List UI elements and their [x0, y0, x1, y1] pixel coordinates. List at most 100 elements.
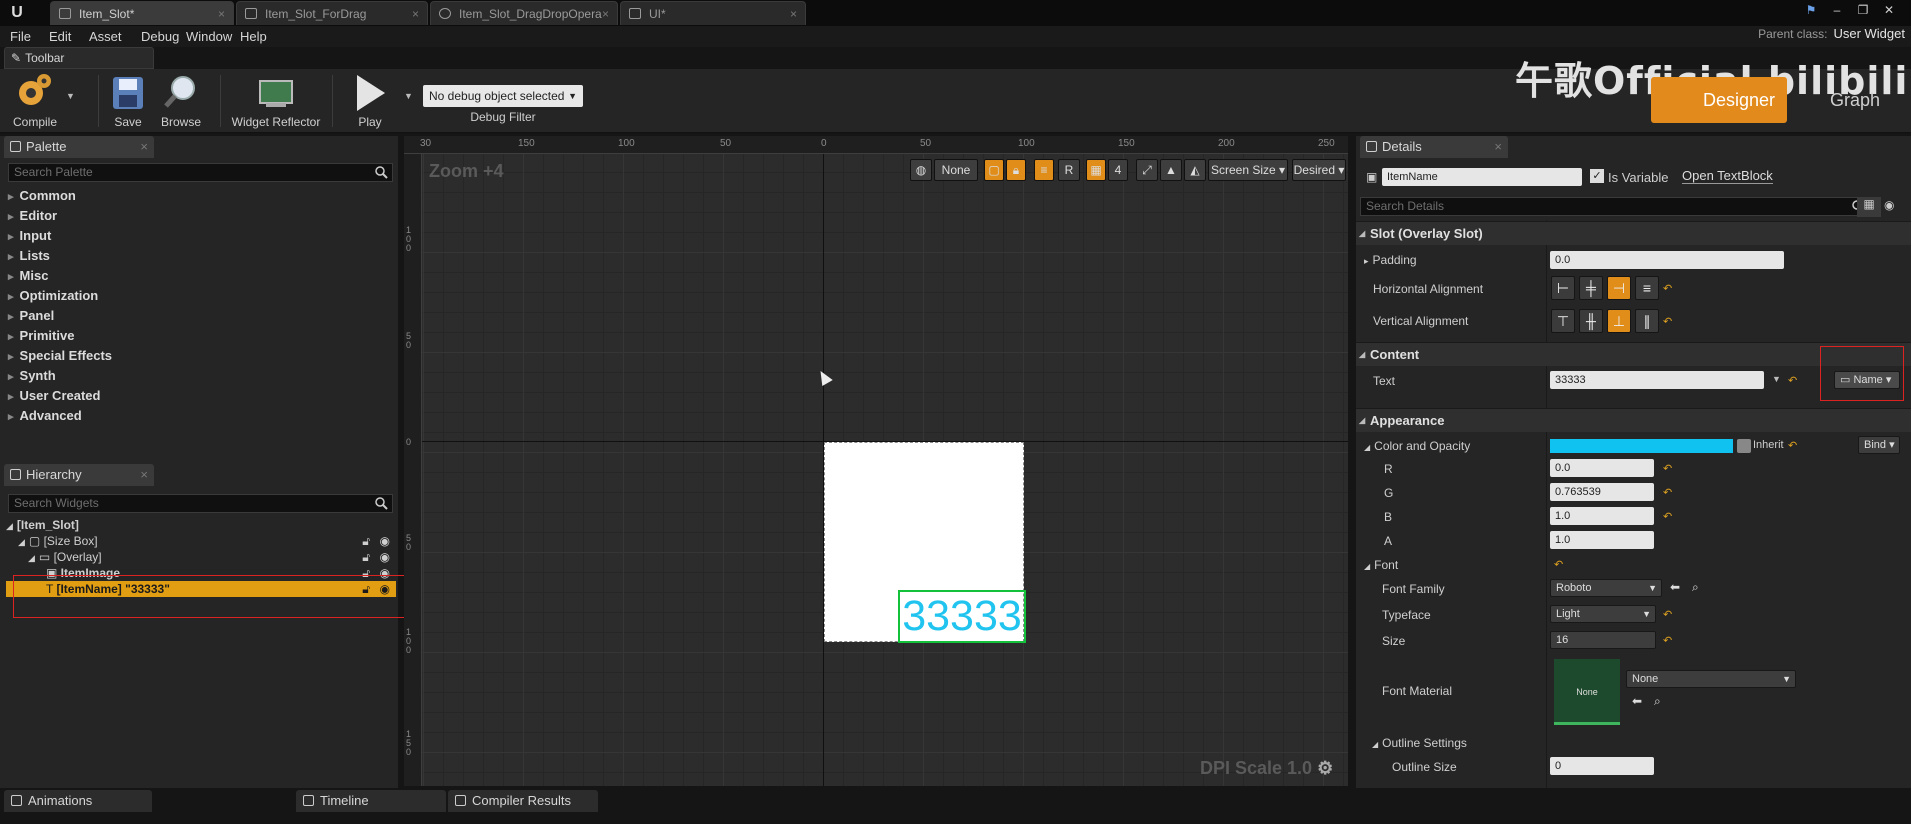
transform-mode-icon[interactable]: ≡	[1034, 159, 1054, 181]
lock-icon[interactable]: 🔓︎	[362, 549, 370, 565]
font-material-dropdown[interactable]: None ▼	[1626, 670, 1796, 688]
reset-to-default-icon[interactable]: ↶	[1788, 374, 1797, 387]
details-tab[interactable]: Details ×	[1360, 136, 1508, 158]
palette-category-advanced[interactable]: Advanced	[8, 407, 82, 425]
text-options-arrow-icon[interactable]: ▼	[1772, 374, 1781, 384]
font-size-input[interactable]: 16	[1550, 631, 1656, 649]
bind-dropdown[interactable]: Bind ▾	[1858, 436, 1900, 454]
widget-reflector-button[interactable]: Widget Reflector	[228, 69, 324, 133]
appearance-section-header[interactable]: Appearance	[1356, 408, 1911, 433]
align-middle-icon[interactable]: ╫	[1579, 309, 1603, 333]
align-center-icon[interactable]: ╪	[1579, 276, 1603, 300]
hierarchy-row-item-slot[interactable]: ◢ [Item_Slot]	[6, 517, 396, 533]
search-details-input[interactable]: Search Details	[1360, 197, 1870, 216]
valign-fill-icon[interactable]: ∥	[1635, 309, 1659, 333]
browse-search-icon[interactable]: ⌕	[1654, 694, 1661, 709]
palette-category-input[interactable]: Input	[8, 227, 52, 245]
hierarchy-tab[interactable]: Hierarchy ×	[4, 464, 154, 486]
visibility-eye-icon[interactable]: ◉	[380, 533, 390, 549]
palette-category-optimization[interactable]: Optimization	[8, 287, 99, 305]
palette-category-lists[interactable]: Lists	[8, 247, 50, 265]
inherit-checkbox[interactable]	[1737, 439, 1751, 453]
close-icon[interactable]: ×	[140, 467, 148, 482]
browse-button[interactable]: Browse	[154, 69, 208, 133]
restore-icon[interactable]: ❐	[1852, 2, 1874, 18]
palette-category-panel[interactable]: Panel	[8, 307, 55, 325]
color-swatch[interactable]	[1550, 439, 1733, 453]
text-value-input[interactable]: 33333	[1550, 371, 1764, 389]
compile-button[interactable]: Compile	[6, 69, 64, 133]
reset-to-default-icon[interactable]: ↶	[1663, 608, 1672, 621]
menu-edit[interactable]: Edit	[49, 26, 71, 47]
close-window-icon[interactable]: ✕	[1878, 2, 1900, 18]
palette-tab[interactable]: Palette ×	[4, 136, 154, 158]
expand-arrow-icon[interactable]: ◢	[6, 521, 13, 531]
save-button[interactable]: Save	[106, 69, 150, 133]
background-image-icon[interactable]: ▲	[1160, 159, 1182, 181]
open-textblock-link[interactable]: Open TextBlock	[1682, 168, 1773, 184]
a-value-input[interactable]: 1.0	[1550, 531, 1654, 549]
desired-size-dropdown[interactable]: Desired ▾	[1292, 159, 1346, 181]
debug-object-dropdown[interactable]: No debug object selected ▼	[423, 85, 583, 107]
lock-toggle-icon[interactable]: 🔒︎	[1006, 159, 1026, 181]
align-top-icon[interactable]: ⊤	[1551, 309, 1575, 333]
close-icon[interactable]: ×	[1494, 139, 1502, 154]
palette-category-primitive[interactable]: Primitive	[8, 327, 75, 345]
fit-screen-icon[interactable]: ⤢	[1136, 159, 1158, 181]
play-button[interactable]: Play	[342, 69, 398, 133]
font-family-dropdown[interactable]: Roboto ▼	[1550, 579, 1662, 597]
grid-snap-icon[interactable]: ▦	[1086, 159, 1106, 181]
text-block-preview[interactable]: 33333	[898, 590, 1026, 643]
screen-size-dropdown[interactable]: Screen Size ▾	[1208, 159, 1288, 181]
close-icon[interactable]: ×	[790, 7, 797, 21]
bind-name-dropdown[interactable]: ▭ Name ▾	[1834, 371, 1900, 389]
render-mode-toggle[interactable]: R	[1058, 159, 1080, 181]
b-value-input[interactable]: 1.0	[1550, 507, 1654, 525]
parent-class-value[interactable]: User Widget	[1833, 26, 1905, 41]
preview-culture-dropdown[interactable]: None	[934, 159, 978, 181]
palette-category-misc[interactable]: Misc	[8, 267, 49, 285]
tab-item-slot-fordrag[interactable]: Item_Slot_ForDrag ×	[236, 1, 428, 25]
minimize-icon[interactable]: –	[1826, 2, 1848, 18]
lock-icon[interactable]: 🔓︎	[362, 533, 370, 549]
typeface-dropdown[interactable]: Light ▼	[1550, 605, 1656, 623]
expand-arrow-icon[interactable]: ▸	[1364, 256, 1369, 266]
graph-mode-button[interactable]: Graph	[1830, 90, 1880, 111]
hierarchy-row-size-box[interactable]: ◢ ▢ [Size Box] 🔓︎ ◉	[6, 533, 396, 549]
tab-animations[interactable]: Animations	[4, 790, 152, 812]
browse-search-icon[interactable]: ⌕	[1692, 580, 1699, 595]
tab-item-slot-dragdrop[interactable]: Item_Slot_DragDropOpera ×	[430, 1, 618, 25]
expand-arrow-icon[interactable]: ◢	[1364, 562, 1370, 571]
close-icon[interactable]: ×	[412, 7, 419, 21]
close-icon[interactable]: ×	[602, 7, 609, 21]
palette-category-special-effects[interactable]: Special Effects	[8, 347, 113, 365]
reset-to-default-icon[interactable]: ↶	[1788, 439, 1797, 452]
reset-to-default-icon[interactable]: ↶	[1663, 634, 1672, 647]
localization-globe-icon[interactable]: ◍	[910, 159, 932, 181]
g-value-input[interactable]: 0.763539	[1550, 483, 1654, 501]
menu-window[interactable]: Window	[186, 26, 232, 47]
expand-arrow-icon[interactable]: ◢	[28, 553, 35, 563]
use-selected-arrow-icon[interactable]: ⬅	[1670, 580, 1680, 594]
close-icon[interactable]: ×	[140, 139, 148, 154]
align-left-icon[interactable]: ⊢	[1551, 276, 1575, 300]
padding-input[interactable]: 0.0	[1550, 251, 1784, 269]
reset-to-default-icon[interactable]: ↶	[1663, 486, 1672, 499]
toolbar-tab[interactable]: ✎ Toolbar	[4, 47, 154, 69]
reset-to-default-icon[interactable]: ↶	[1663, 510, 1672, 523]
flip-layout-icon[interactable]: ◭	[1184, 159, 1206, 181]
play-options-arrow-icon[interactable]: ▼	[404, 91, 413, 101]
visibility-eye-icon[interactable]: ◉	[380, 549, 390, 565]
search-palette-input[interactable]: Search Palette	[8, 163, 393, 182]
slot-section-header[interactable]: Slot (Overlay Slot)	[1356, 221, 1911, 246]
outline-size-input[interactable]: 0	[1550, 757, 1654, 775]
palette-category-synth[interactable]: Synth	[8, 367, 56, 385]
tab-item-slot[interactable]: Item_Slot* ×	[50, 1, 234, 25]
property-matrix-icon[interactable]: ▦	[1857, 197, 1881, 217]
align-right-icon[interactable]: ⊣	[1607, 276, 1631, 300]
grid-size-dropdown[interactable]: 4	[1108, 159, 1128, 181]
close-icon[interactable]: ×	[218, 7, 225, 21]
expand-arrow-icon[interactable]: ◢	[18, 537, 25, 547]
reset-to-default-icon[interactable]: ↶	[1663, 315, 1672, 328]
align-fill-icon[interactable]: ≡	[1635, 276, 1659, 300]
